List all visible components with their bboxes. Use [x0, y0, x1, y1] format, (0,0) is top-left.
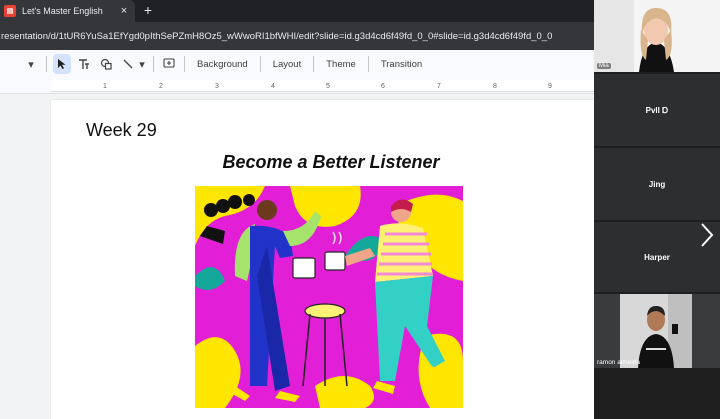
toolbar-divider	[313, 56, 315, 72]
week-label[interactable]: Week 29	[86, 120, 157, 141]
participant-name: Pvll Ɒ	[645, 105, 669, 115]
ruler-tick: 6	[381, 83, 385, 90]
participant-name: Jing	[648, 179, 666, 189]
background-button[interactable]: Background	[191, 54, 254, 74]
ruler-tick: 5	[326, 83, 330, 90]
ruler-tick: 8	[493, 83, 497, 90]
shape-icon[interactable]	[97, 54, 115, 74]
toolbar-divider	[46, 56, 47, 72]
listening-illustration[interactable]	[195, 186, 463, 408]
tab-close-icon[interactable]: ×	[117, 5, 131, 17]
screen: ▤ Let's Master English × + resentation/d…	[0, 0, 720, 419]
browser-tab-bar: ▤ Let's Master English × +	[0, 0, 594, 22]
ruler-tick: 3	[215, 83, 219, 90]
line-icon[interactable]	[119, 54, 137, 74]
dropdown-chevron-icon[interactable]: ▾	[22, 54, 40, 74]
text-box-icon[interactable]	[75, 54, 93, 74]
two-women-coffee-image	[195, 186, 463, 408]
toolbar-divider	[367, 56, 369, 72]
slide[interactable]: Week 29 Become a Better Listener	[51, 100, 594, 419]
next-page-chevron-icon[interactable]	[700, 222, 714, 254]
new-tab-button[interactable]: +	[140, 2, 156, 18]
browser-tab[interactable]: ▤ Let's Master English ×	[0, 0, 135, 22]
line-dropdown-icon[interactable]: ▾	[137, 54, 147, 74]
theme-button[interactable]: Theme	[320, 54, 362, 74]
transition-button[interactable]: Transition	[375, 54, 428, 74]
self-video-tile[interactable]: Mia	[594, 0, 720, 72]
participants-panel: Mia Pvll Ɒ Jing Harper ramon almeida	[594, 0, 720, 419]
participant-camera-feed	[620, 294, 692, 368]
ruler-tick: 4	[271, 83, 275, 90]
comment-add-icon[interactable]	[160, 54, 178, 74]
slides-toolbar: ▾ ▾ Background Layout Theme Transition	[0, 50, 594, 78]
slides-favicon-icon: ▤	[4, 5, 16, 17]
ruler-tick: 9	[548, 83, 552, 90]
slide-heading[interactable]: Become a Better Listener	[51, 152, 611, 173]
ruler-tick: 1	[103, 83, 107, 90]
tab-title: Let's Master English	[22, 6, 103, 16]
ruler-strip: 1 2 3 4 5 6 7 8 9	[51, 80, 594, 92]
self-name-label: Mia	[597, 63, 611, 69]
self-camera-feed	[594, 0, 720, 72]
ruler-tick: 2	[159, 83, 163, 90]
address-bar[interactable]: resentation/d/1tUR6YuSa1EfYgd0pIthSePZmH…	[0, 22, 594, 50]
select-cursor-icon[interactable]	[53, 54, 71, 74]
url-text[interactable]: resentation/d/1tUR6YuSa1EfYgd0pIthSePZmH…	[0, 31, 552, 42]
participant-tile[interactable]: Jing	[594, 148, 720, 220]
slide-canvas[interactable]: Week 29 Become a Better Listener	[0, 94, 594, 419]
toolbar-divider	[153, 56, 154, 72]
toolbar-divider	[184, 56, 185, 72]
participant-tile[interactable]: Pvll Ɒ	[594, 74, 720, 146]
video-participant-name: ramon almeida	[597, 359, 640, 366]
layout-button[interactable]: Layout	[267, 54, 308, 74]
video-participant-tile[interactable]: ramon almeida	[594, 294, 720, 368]
ruler-tick: 7	[437, 83, 441, 90]
participant-name: Harper	[644, 252, 670, 262]
horizontal-ruler: 1 2 3 4 5 6 7 8 9	[0, 78, 594, 94]
toolbar-divider	[259, 56, 261, 72]
